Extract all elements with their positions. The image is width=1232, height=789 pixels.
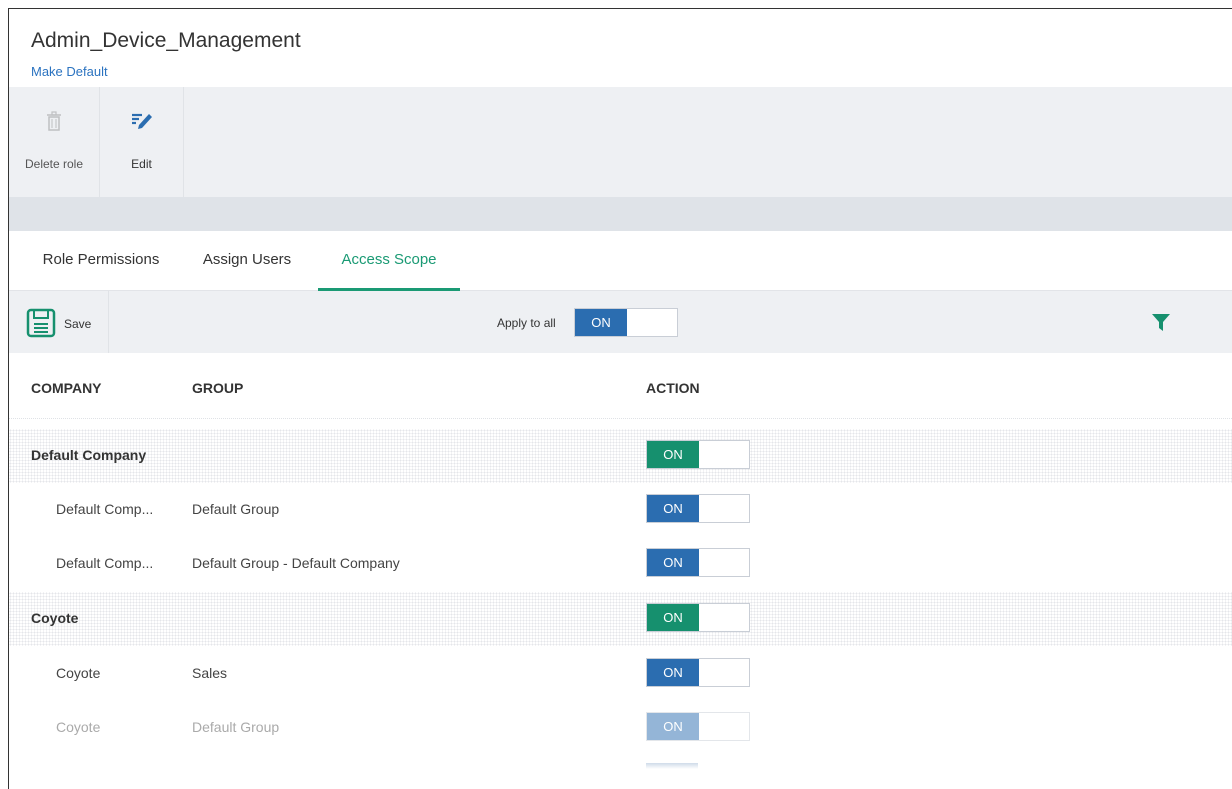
group-cell: Sales: [192, 665, 228, 681]
make-default-link[interactable]: Make Default: [31, 64, 108, 79]
company-cell: Coyote: [56, 665, 101, 681]
save-button[interactable]: Save: [9, 291, 109, 353]
tab-role-permissions[interactable]: Role Permissions: [21, 231, 181, 291]
action-toggle[interactable]: ON: [646, 603, 750, 632]
action-toggle[interactable]: ON: [646, 712, 750, 741]
toggle-on-label: ON: [647, 495, 699, 522]
role-toolbar: Delete role Edit: [9, 87, 1232, 197]
delete-role-label: Delete role: [24, 157, 84, 171]
toggle-on-label: ON: [647, 659, 699, 686]
section-divider: [9, 197, 1232, 231]
company-cell: Default Company: [31, 447, 147, 463]
toggle-on-label: ON: [575, 309, 627, 336]
toggle-on-label: ON: [647, 604, 699, 631]
column-header-action: ACTION: [646, 380, 700, 396]
table-header: COMPANY GROUP ACTION: [9, 353, 1232, 419]
partial-toggle-fade: [646, 763, 698, 769]
apply-to-all-toggle[interactable]: ON: [574, 308, 678, 337]
table-row: Coyote Default Group ON: [9, 701, 1232, 755]
role-tabs: Role Permissions Assign Users Access Sco…: [9, 231, 1232, 291]
action-toggle[interactable]: ON: [646, 494, 750, 523]
table-row: Default Company ON: [9, 429, 1232, 483]
toggle-on-label: ON: [647, 713, 699, 740]
column-header-company: COMPANY: [31, 380, 102, 396]
toggle-on-label: ON: [647, 441, 699, 468]
column-header-group: GROUP: [192, 380, 244, 396]
action-toggle[interactable]: ON: [646, 548, 750, 577]
save-label: Save: [64, 317, 92, 331]
tab-assign-users[interactable]: Assign Users: [181, 231, 313, 291]
save-disk-icon: [26, 308, 56, 338]
table-row: Default Comp... Default Group ON: [9, 483, 1232, 537]
edit-button[interactable]: Edit: [99, 87, 184, 197]
group-cell: Default Group - Default Company: [192, 555, 400, 571]
toggle-on-label: ON: [647, 549, 699, 576]
action-toggle[interactable]: ON: [646, 440, 750, 469]
role-details-panel: Admin_Device_Management Make Default Del…: [8, 8, 1232, 789]
delete-role-button[interactable]: Delete role: [9, 87, 99, 197]
company-cell: Default Comp...: [56, 555, 154, 571]
company-cell: Default Comp...: [56, 501, 154, 517]
table-row: Coyote Sales ON: [9, 647, 1232, 701]
filter-funnel-icon[interactable]: [1150, 311, 1172, 333]
role-header: Admin_Device_Management Make Default: [9, 9, 1232, 87]
action-toggle[interactable]: ON: [646, 658, 750, 687]
group-cell: Default Group: [192, 719, 280, 735]
page-title: Admin_Device_Management: [31, 29, 301, 52]
tab-access-scope[interactable]: Access Scope: [318, 231, 460, 291]
group-cell: Default Group: [192, 501, 280, 517]
table-row: Default Comp... Default Group - Default …: [9, 537, 1232, 591]
apply-to-all-label: Apply to all: [497, 316, 556, 330]
trash-icon: [47, 111, 61, 131]
edit-pencil-icon: [131, 113, 152, 129]
company-cell: Coyote: [31, 610, 79, 626]
company-cell: Coyote: [56, 719, 101, 735]
table-row: Coyote ON: [9, 592, 1232, 646]
edit-label: Edit: [131, 157, 152, 171]
scope-action-bar: Save Apply to all ON: [9, 291, 1232, 353]
